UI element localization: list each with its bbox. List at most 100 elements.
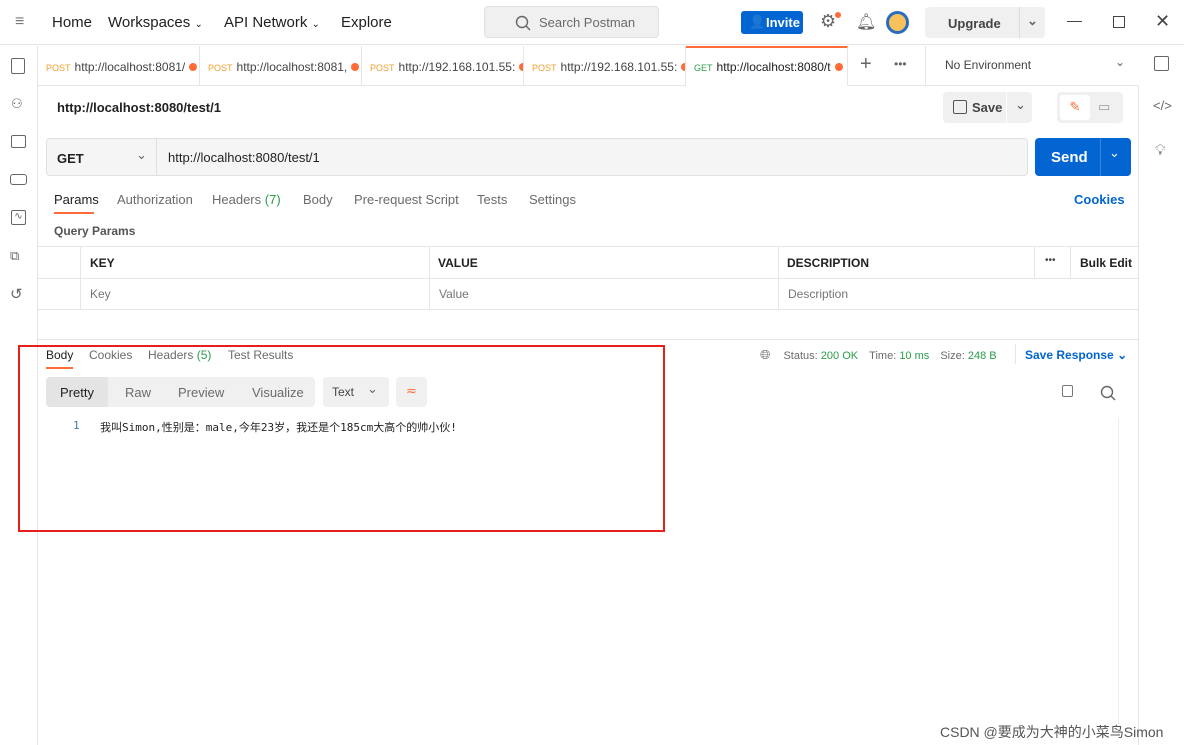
upgrade-button[interactable]: Upgrade ⌄ <box>925 7 1045 38</box>
tab-pre-request-script[interactable]: Pre-request Script <box>354 192 459 207</box>
divider <box>1015 344 1016 364</box>
divider <box>778 247 779 309</box>
maximize-icon[interactable] <box>1113 16 1125 28</box>
nav-label: Workspaces <box>108 14 191 31</box>
request-tab-active[interactable]: GET http://localhost:8080/t <box>686 46 848 86</box>
collections-icon[interactable] <box>11 58 25 74</box>
apis-icon[interactable]: ⚇ <box>11 96 23 112</box>
code-icon[interactable]: </> <box>1153 98 1172 113</box>
chevron-down-icon[interactable]: ⌄ <box>1109 145 1120 161</box>
status-value[interactable]: 200 OK <box>821 350 858 362</box>
tab-url: http://localhost:8081, <box>236 60 348 74</box>
size-label: Size: <box>940 350 965 362</box>
query-params-title: Query Params <box>54 224 136 238</box>
nav-api-network[interactable]: API Network ⌄ <box>224 14 320 31</box>
new-tab-icon[interactable]: + <box>860 53 872 76</box>
watermark: CSDN @要成为大神的小菜鸟Simon <box>940 724 1164 740</box>
method-badge: POST <box>46 63 71 73</box>
invite-button[interactable]: 👤 Invite <box>741 11 803 34</box>
more-icon[interactable]: ••• <box>1045 255 1056 266</box>
copy-icon[interactable] <box>1062 385 1073 397</box>
notification-dot <box>835 12 841 18</box>
search-placeholder: Search Postman <box>539 15 636 30</box>
tab-url: http://localhost:8080/t <box>716 60 831 74</box>
value-input[interactable] <box>431 280 771 307</box>
chevron-down-icon: ⌄ <box>1117 348 1128 362</box>
tab-url: http://192.168.101.55: <box>398 60 516 74</box>
send-button[interactable]: Send ⌄ <box>1035 138 1131 176</box>
headers-count: (7) <box>264 192 281 207</box>
mock-servers-icon[interactable] <box>10 174 27 185</box>
edit-pencil-icon[interactable]: ✎ <box>1060 95 1090 120</box>
lightbulb-icon[interactable]: 💡︎ <box>1155 142 1166 159</box>
save-button[interactable]: Save ⌄ <box>943 92 1032 123</box>
globe-icon[interactable]: 🌐︎ <box>760 347 770 362</box>
active-tab-indicator <box>54 212 94 214</box>
request-title: http://localhost:8080/test/1 <box>57 100 221 115</box>
tab-headers[interactable]: Headers (7) <box>212 192 281 207</box>
menu-icon[interactable]: ≡ <box>15 13 24 31</box>
cookies-link[interactable]: Cookies <box>1074 192 1125 207</box>
chevron-down-icon: ⌄ <box>311 19 320 30</box>
save-label: Save <box>972 100 1003 115</box>
more-icon[interactable]: ••• <box>894 57 907 71</box>
unsaved-dot <box>351 63 360 71</box>
response-divider[interactable] <box>38 339 1138 340</box>
close-icon[interactable]: ✕ <box>1155 11 1170 32</box>
save-response-button[interactable]: Save Response ⌄ <box>1025 348 1127 362</box>
minimize-icon[interactable] <box>1067 21 1082 22</box>
nav-home[interactable]: Home <box>52 14 92 31</box>
chevron-down-icon: ⌄ <box>1115 55 1126 69</box>
environment-label: No Environment <box>945 58 1032 72</box>
settings-icon[interactable]: ⚙ <box>820 11 836 32</box>
search-icon[interactable] <box>1100 385 1116 401</box>
time-value[interactable]: 10 ms <box>899 350 929 362</box>
environment-select[interactable]: No Environment ⌄ <box>945 55 1135 72</box>
chevron-down-icon[interactable]: ⌄ <box>1015 97 1026 113</box>
search-input[interactable]: Search Postman <box>484 6 659 38</box>
request-tab[interactable]: POST http://192.168.101.55: <box>362 46 524 85</box>
save-response-label: Save Response <box>1025 348 1114 362</box>
environments-icon[interactable] <box>11 135 26 148</box>
tab-body[interactable]: Body <box>303 192 333 207</box>
nav-workspaces[interactable]: Workspaces ⌄ <box>108 14 203 31</box>
description-input[interactable] <box>780 280 1120 307</box>
nav-label: API Network <box>224 14 308 31</box>
flows-icon[interactable]: ⧉ <box>10 248 19 264</box>
history-icon[interactable]: ↺ <box>10 285 23 303</box>
highlight-box <box>18 345 665 532</box>
scrollbar[interactable] <box>1118 418 1132 738</box>
add-user-icon: 👤 <box>749 14 766 29</box>
key-input[interactable] <box>82 280 422 307</box>
column-header-description: DESCRIPTION <box>787 256 870 270</box>
method-badge: POST <box>208 63 233 73</box>
tab-url: http://192.168.101.55: <box>560 60 678 74</box>
request-tab[interactable]: POST http://localhost:8081, <box>200 46 362 85</box>
time-label: Time: <box>869 350 897 362</box>
environment-quick-look-icon[interactable] <box>1154 56 1169 71</box>
tab-settings[interactable]: Settings <box>529 192 576 207</box>
divider <box>1006 92 1007 123</box>
request-tab[interactable]: POST http://localhost:8081/ <box>38 46 200 85</box>
chevron-down-icon[interactable]: ⌄ <box>1027 13 1038 29</box>
unsaved-dot <box>189 63 198 71</box>
avatar[interactable] <box>886 11 909 34</box>
request-tab[interactable]: POST http://192.168.101.55: <box>524 46 686 85</box>
tab-tests[interactable]: Tests <box>477 192 507 207</box>
method-badge: POST <box>370 63 395 73</box>
monitors-icon[interactable]: ∿ <box>11 210 26 225</box>
request-tabs: POST http://localhost:8081/ POST http://lo… <box>38 46 1138 86</box>
url-input[interactable] <box>158 139 1026 175</box>
comment-icon[interactable]: ▭ <box>1098 99 1110 115</box>
search-icon <box>515 15 531 31</box>
nav-explore[interactable]: Explore <box>341 14 392 31</box>
tab-params[interactable]: Params <box>54 192 99 207</box>
divider <box>1100 138 1101 176</box>
bulk-edit-button[interactable]: Bulk Edit <box>1080 256 1132 270</box>
tab-authorization[interactable]: Authorization <box>117 192 193 207</box>
unsaved-dot <box>834 63 843 71</box>
tab-label: Headers <box>212 192 262 207</box>
size-value[interactable]: 248 B <box>968 350 997 362</box>
bell-icon[interactable]: 🔔︎ <box>856 12 876 32</box>
method-select[interactable]: GET ⌄ <box>47 139 157 175</box>
